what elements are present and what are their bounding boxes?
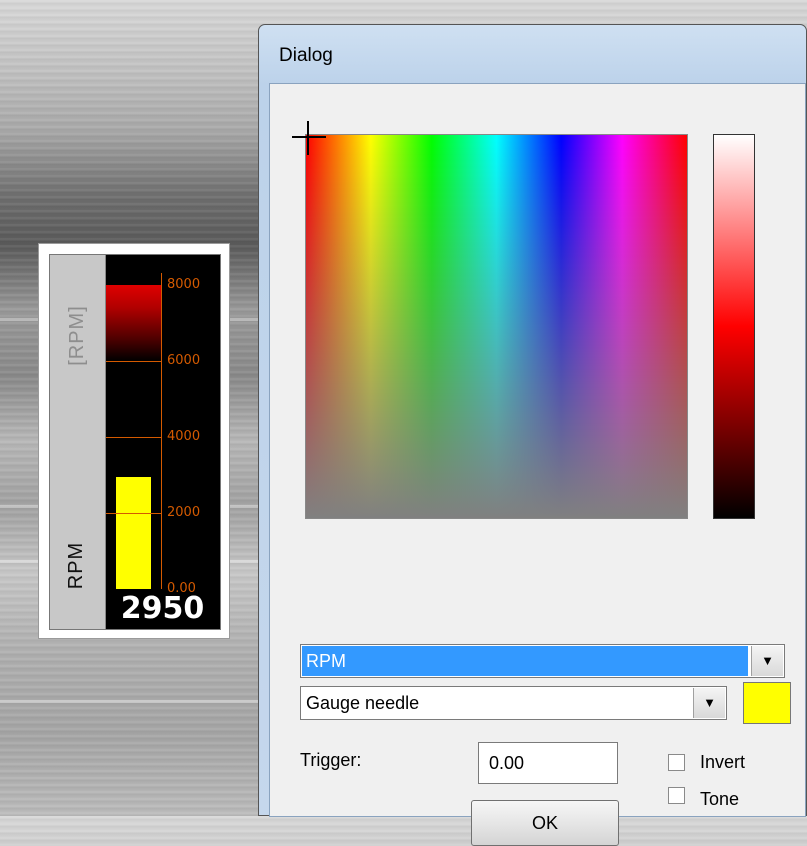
ok-button[interactable]: OK <box>471 800 619 846</box>
gauge-bar-area <box>106 273 161 589</box>
gauge-readout: 2950 <box>120 591 205 626</box>
gauge-value-bar <box>116 476 151 589</box>
gauge-scale-axis <box>161 273 162 589</box>
chevron-down-icon[interactable]: ▼ <box>693 688 725 718</box>
gauge-grid-line <box>106 437 161 438</box>
gauge-grid-line <box>106 513 161 514</box>
gauge-tick-label: 8000 <box>167 277 201 292</box>
gauge-name-label: RPM <box>65 541 88 589</box>
trigger-label: Trigger: <box>300 750 362 770</box>
style-select[interactable]: Gauge needle ▼ <box>300 686 727 720</box>
luminance-slider[interactable] <box>713 134 755 519</box>
tone-label: Tone <box>700 789 740 809</box>
dialog-title: Dialog <box>279 45 333 66</box>
channel-select[interactable]: RPM ▼ <box>300 644 785 678</box>
gauge-face: [RPM] RPM 8000 6000 4000 2000 0.00 2950 <box>49 254 221 630</box>
gauge-label-panel: [RPM] RPM <box>50 255 106 629</box>
color-spectrum-picker[interactable] <box>292 121 688 519</box>
channel-select-value: RPM <box>302 646 748 676</box>
gauge-unit-label: [RPM] <box>65 304 88 366</box>
invert-checkbox[interactable] <box>668 754 685 771</box>
dialog-client-area: RPM ▼ Gauge needle ▼ Trigger: 0.00 Inver… <box>269 83 806 846</box>
gauge-tick-label: 4000 <box>167 429 201 444</box>
gauge-redline-zone <box>106 285 161 361</box>
gauge-grid-line <box>106 361 161 362</box>
invert-label: Invert <box>700 752 746 772</box>
tone-checkbox[interactable] <box>668 787 685 804</box>
trigger-input[interactable]: 0.00 <box>478 742 618 784</box>
chevron-down-icon[interactable]: ▼ <box>751 646 783 676</box>
background-streak <box>0 700 260 703</box>
rpm-gauge[interactable]: [RPM] RPM 8000 6000 4000 2000 0.00 2950 <box>38 243 230 639</box>
gauge-tick-label: 6000 <box>167 353 201 368</box>
crosshair-cursor-icon[interactable] <box>292 121 326 155</box>
gauge-tick-label: 2000 <box>167 505 201 520</box>
style-select-value: Gauge needle <box>306 693 420 713</box>
color-dialog: Dialog RPM ▼ Gauge needle ▼ Trigger: 0.0… <box>258 24 807 846</box>
color-swatch-button[interactable] <box>743 682 791 724</box>
